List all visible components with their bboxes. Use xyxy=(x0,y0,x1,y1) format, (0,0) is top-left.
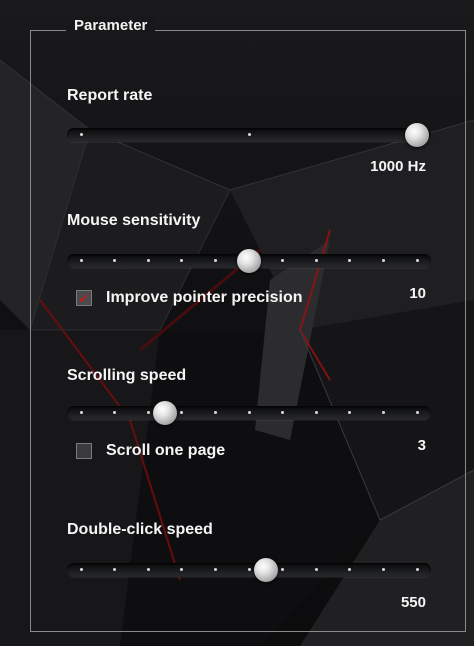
slider-tick xyxy=(247,568,251,571)
mouse-sensitivity-label: Mouse sensitivity xyxy=(67,212,201,229)
slider-tick xyxy=(314,259,318,262)
slider-tick xyxy=(281,411,285,414)
slider-tick xyxy=(79,568,83,571)
mouse-sensitivity-slider[interactable] xyxy=(67,249,431,273)
slider-tick xyxy=(381,411,385,414)
slider-tick xyxy=(415,568,419,571)
report-rate-value: 1000 Hz xyxy=(370,158,426,175)
report-rate-label: Report rate xyxy=(67,87,153,104)
scrolling-speed-label: Scrolling speed xyxy=(67,367,187,384)
mouse-sensitivity-value: 10 xyxy=(409,285,426,302)
slider-tick xyxy=(348,259,352,262)
improve-pointer-precision-row[interactable]: ✓ Improve pointer precision xyxy=(76,289,302,307)
slider-tick xyxy=(213,259,217,262)
slider-tick xyxy=(247,133,251,136)
scroll-one-page-row[interactable]: Scroll one page xyxy=(76,442,225,460)
double-click-speed-slider[interactable] xyxy=(67,558,431,582)
scrolling-speed-slider[interactable] xyxy=(67,401,431,425)
slider-tick xyxy=(381,259,385,262)
slider-knob[interactable] xyxy=(253,558,278,582)
double-click-speed-label: Double-click speed xyxy=(67,521,213,538)
slider-tick xyxy=(348,411,352,414)
slider-tick xyxy=(281,259,285,262)
slider-tick xyxy=(415,259,419,262)
slider-tick xyxy=(415,411,419,414)
slider-tick xyxy=(79,411,83,414)
improve-pointer-precision-label: Improve pointer precision xyxy=(106,289,303,306)
slider-tick xyxy=(146,259,150,262)
slider-tick xyxy=(113,411,117,414)
checkmark-icon: ✓ xyxy=(78,290,90,306)
group-legend: Parameter xyxy=(66,17,156,34)
slider-tick xyxy=(113,259,117,262)
report-rate-slider[interactable] xyxy=(67,123,431,147)
slider-knob[interactable] xyxy=(405,123,429,147)
double-click-speed-value: 550 xyxy=(400,594,426,611)
slider-tick xyxy=(247,411,251,414)
slider-tick xyxy=(180,259,184,262)
parameter-group-box xyxy=(30,30,466,632)
scroll-one-page-label: Scroll one page xyxy=(106,442,226,459)
slider-tick xyxy=(79,133,83,136)
slider-tick xyxy=(348,568,352,571)
scrolling-speed-value: 3 xyxy=(417,437,426,454)
slider-tick xyxy=(146,411,150,414)
slider-tick xyxy=(146,568,150,571)
slider-knob[interactable] xyxy=(153,401,177,425)
scroll-one-page-checkbox[interactable] xyxy=(76,443,92,459)
slider-tick xyxy=(213,411,217,414)
slider-tick xyxy=(314,568,318,571)
slider-tick xyxy=(381,568,385,571)
slider-tick xyxy=(79,259,83,262)
slider-tick xyxy=(180,568,184,571)
slider-tick xyxy=(180,411,184,414)
slider-tick xyxy=(314,411,318,414)
slider-tick xyxy=(213,568,217,571)
slider-tick xyxy=(281,568,285,571)
slider-knob[interactable] xyxy=(237,249,261,273)
improve-pointer-precision-checkbox[interactable]: ✓ xyxy=(76,290,92,306)
slider-tick xyxy=(113,568,117,571)
